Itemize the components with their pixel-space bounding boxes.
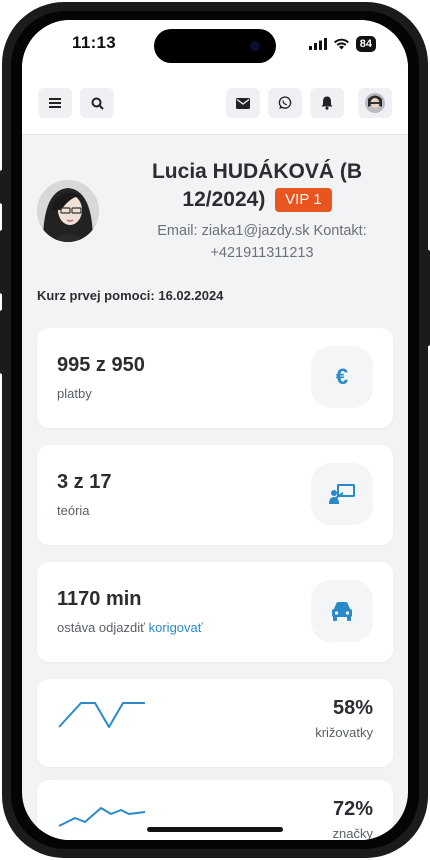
- driving-card[interactable]: 1170 min ostáva odjazdiť korigovať: [37, 562, 393, 662]
- student-name-heading: Lucia HUDÁKOVÁ (B 12/2024) VIP 1: [122, 158, 392, 214]
- driving-label: ostáva odjazdiť korigovať: [57, 620, 203, 635]
- payments-card[interactable]: 995 z 950 platby €: [37, 328, 393, 428]
- signal-icon: [308, 38, 327, 50]
- presentation-icon: [329, 484, 355, 504]
- vip-badge: VIP 1: [275, 188, 332, 212]
- crossroads-percent: 58%: [332, 697, 373, 719]
- profile-avatar: [37, 180, 99, 242]
- theory-card[interactable]: 3 z 17 teória: [37, 445, 393, 545]
- status-bar: 11:13 84: [22, 20, 408, 70]
- signs-sparkline: [58, 807, 146, 827]
- euro-icon: €: [335, 364, 349, 389]
- crossroads-sparkline: [58, 702, 145, 728]
- search-button[interactable]: [80, 88, 114, 118]
- wifi-icon: [333, 38, 349, 50]
- contact-info: Email: ziaka1@jazdy.sk Kontakt: +4219113…: [157, 223, 367, 261]
- payments-label: platby: [57, 386, 92, 401]
- app-header: [22, 70, 408, 135]
- screen: 11:13 84 Lucia HUDÁKOVÁ (B 12/2024) VIP …: [22, 20, 408, 840]
- driving-minutes-value: 1170 min: [57, 588, 142, 610]
- driving-icon-bubble: [311, 580, 373, 642]
- menu-button[interactable]: [38, 88, 72, 118]
- notifications-button[interactable]: [310, 88, 344, 118]
- theory-label: teória: [57, 503, 90, 518]
- crossroads-stat-card[interactable]: 58% križovatky: [37, 679, 393, 767]
- adjust-minutes-link[interactable]: korigovať: [149, 620, 203, 635]
- volume-up-button: [0, 230, 4, 294]
- first-aid-course-info: Kurz prvej pomoci: 16.02.2024: [37, 288, 224, 303]
- car-icon: [332, 602, 352, 621]
- whatsapp-icon: [278, 96, 292, 109]
- crossroads-label: križovatky: [315, 725, 373, 740]
- theory-value: 3 z 17: [57, 471, 112, 493]
- driving-remaining-label: ostáva odjazdiť: [57, 620, 145, 635]
- payments-value: 995 z 950: [57, 354, 145, 376]
- whatsapp-button[interactable]: [268, 88, 302, 118]
- payments-icon-bubble: €: [311, 346, 373, 408]
- battery-indicator: 84: [355, 36, 376, 52]
- status-time: 11:13: [72, 33, 117, 52]
- profile-photo-icon: [37, 180, 99, 242]
- signs-percent: 72%: [332, 798, 373, 820]
- user-avatar-icon: [365, 93, 385, 113]
- dynamic-island: [154, 29, 276, 63]
- search-icon: [91, 97, 104, 110]
- home-indicator[interactable]: [147, 827, 283, 832]
- side-button: [0, 170, 4, 204]
- mail-icon: [236, 97, 250, 109]
- mail-button[interactable]: [226, 88, 260, 118]
- volume-down-button: [0, 310, 4, 374]
- status-icons: 84: [308, 36, 376, 52]
- signs-label: značky: [332, 826, 373, 840]
- power-button: [426, 250, 430, 346]
- user-avatar-button[interactable]: [358, 88, 392, 118]
- theory-icon-bubble: [311, 463, 373, 525]
- menu-icon: [49, 98, 61, 108]
- bell-icon: [321, 96, 333, 110]
